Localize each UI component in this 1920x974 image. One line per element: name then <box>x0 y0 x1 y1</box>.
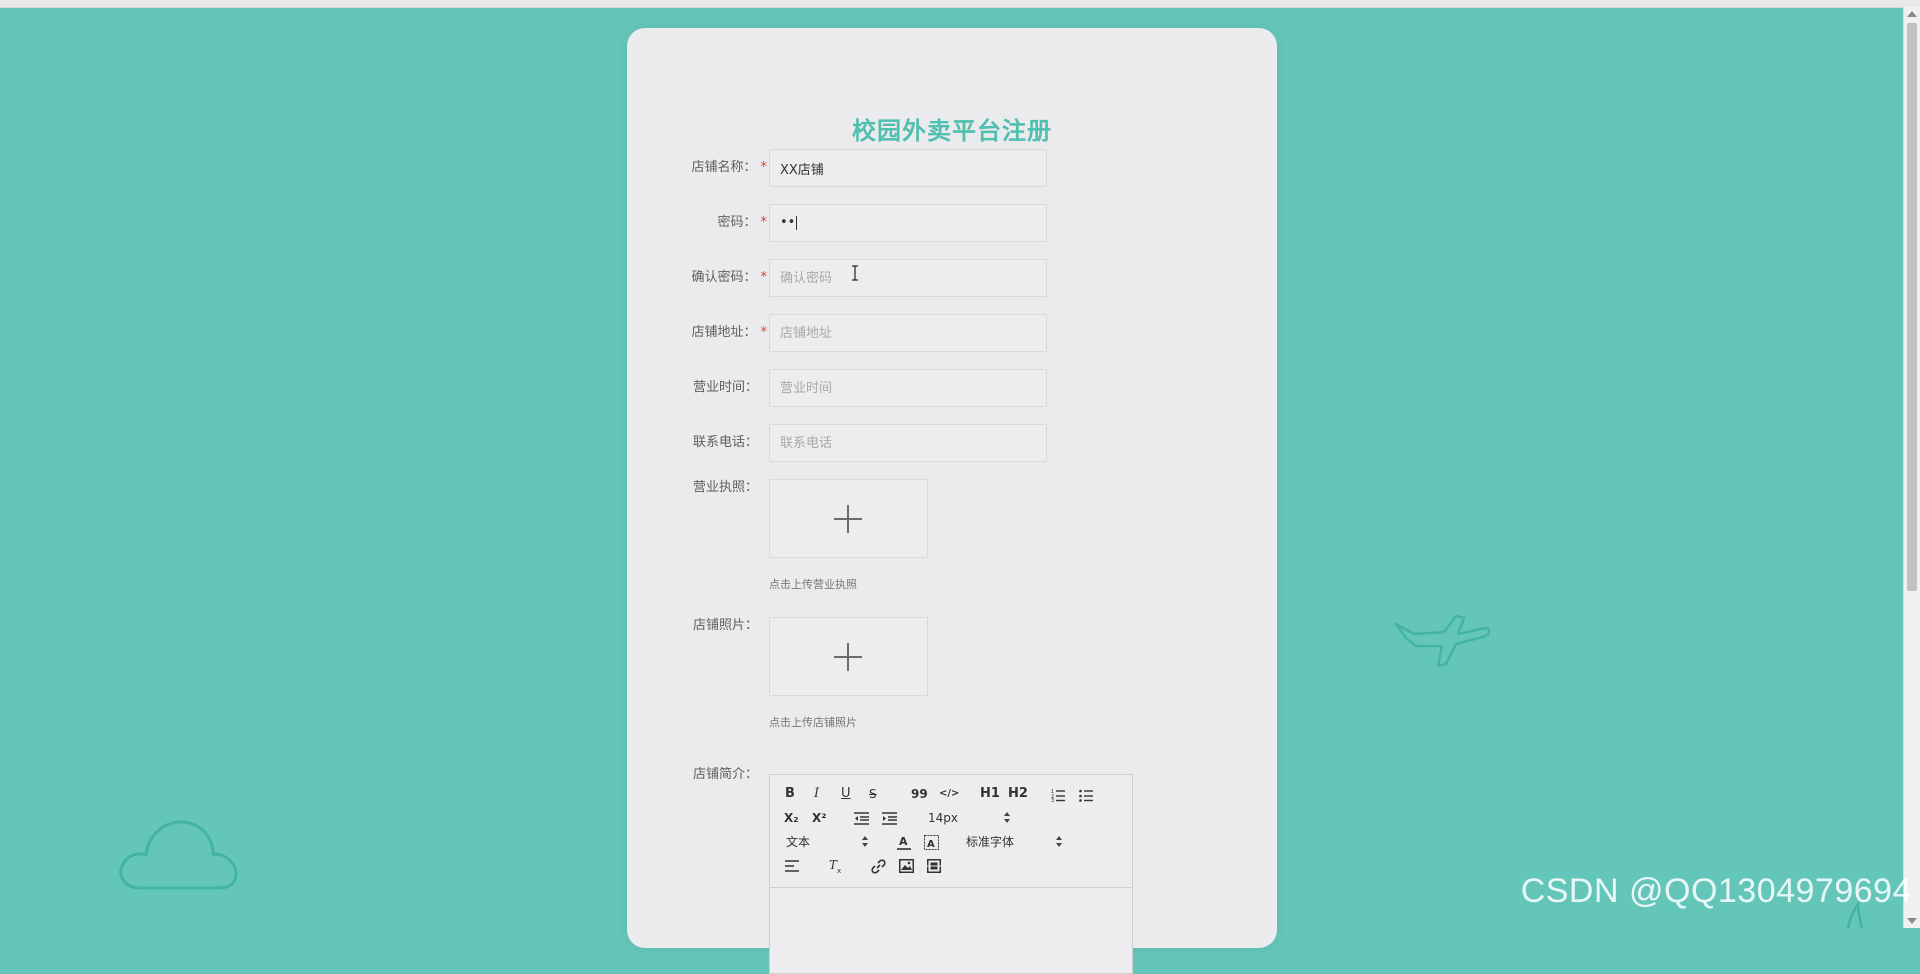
shop-intro-label: 店铺简介： <box>692 767 758 782</box>
scroll-up-icon[interactable] <box>1907 11 1917 17</box>
rich-text-editor: B I U S 99 </> H1 H2 123 X₂ X² 14px 文本 A… <box>769 774 1133 974</box>
business-license-hint: 点击上传营业执照 <box>769 578 857 591</box>
font-family-select[interactable]: 标准字体 <box>966 832 1062 852</box>
outdent-icon[interactable] <box>854 812 869 825</box>
svg-text:A: A <box>927 839 935 850</box>
confirm-password-label: 确认密码： * <box>691 270 768 285</box>
business-hours-input[interactable] <box>769 369 1047 407</box>
contact-phone-row: 联系电话： <box>627 423 1277 463</box>
required-mark: * <box>760 215 768 230</box>
shop-name-input[interactable] <box>769 149 1047 187</box>
business-license-label: 营业执照： <box>692 480 758 495</box>
svg-text:3: 3 <box>1051 798 1054 802</box>
text-cursor-icon <box>852 265 858 281</box>
business-hours-row: 营业时间： <box>627 368 1277 408</box>
select-arrows-icon <box>1004 812 1010 824</box>
svg-text:x: x <box>837 867 841 874</box>
code-button[interactable]: </> <box>939 784 959 804</box>
register-card: 校园外卖平台注册 店铺名称：* 密码：* •• 确认密码：* 店铺地址：* 营业… <box>627 28 1277 974</box>
shop-address-label: 店铺地址： * <box>691 325 768 340</box>
page-scrollbar[interactable] <box>1903 7 1920 928</box>
text-caret <box>796 215 798 230</box>
cloud-icon <box>119 820 238 890</box>
password-label: 密码： * <box>717 215 768 230</box>
image-icon[interactable] <box>899 859 914 873</box>
shop-photo-upload[interactable] <box>769 617 928 696</box>
password-row: 密码： * •• <box>627 203 1277 243</box>
subscript-button[interactable]: X₂ <box>784 808 799 828</box>
superscript-button[interactable]: X² <box>812 808 827 828</box>
clear-format-icon[interactable]: T x <box>828 858 844 874</box>
editor-toolbar: B I U S 99 </> H1 H2 123 X₂ X² 14px 文本 A… <box>770 775 1132 888</box>
shop-address-input[interactable] <box>769 314 1047 352</box>
bullet-list-icon[interactable] <box>1079 788 1093 802</box>
watermark: CSDN @QQ1304979694 <box>1520 872 1912 910</box>
shop-name-label: 店铺名称： * <box>691 160 768 175</box>
link-icon[interactable] <box>871 859 886 874</box>
shop-photo-hint: 点击上传店铺照片 <box>769 716 857 729</box>
required-mark: * <box>760 325 768 340</box>
editor-content-area[interactable] <box>770 888 1132 973</box>
browser-top-edge <box>0 0 1920 8</box>
plus-icon <box>834 505 862 533</box>
quote-button[interactable]: 99 <box>911 784 928 804</box>
shop-address-row: 店铺地址： * <box>627 313 1277 353</box>
confirm-password-input[interactable] <box>769 259 1047 297</box>
font-size-value: 14px <box>928 811 958 825</box>
indent-icon[interactable] <box>882 812 897 825</box>
page-title: 校园外卖平台注册 <box>852 117 1052 145</box>
block-type-value: 文本 <box>786 835 811 849</box>
ordered-list-icon[interactable]: 123 <box>1051 788 1065 802</box>
contact-phone-label: 联系电话： <box>692 435 758 450</box>
business-license-upload[interactable] <box>769 479 928 558</box>
h2-button[interactable]: H2 <box>1008 784 1028 804</box>
scrollbar-thumb[interactable] <box>1907 23 1917 591</box>
shop-photo-label: 店铺照片： <box>692 618 758 633</box>
business-hours-label: 营业时间： <box>692 380 758 395</box>
select-arrows-icon <box>1056 836 1062 848</box>
shop-name-row: 店铺名称： * <box>627 148 1277 188</box>
block-type-select[interactable]: 文本 <box>786 832 868 852</box>
required-mark: * <box>760 270 768 285</box>
scroll-down-icon[interactable] <box>1907 918 1917 924</box>
select-arrows-icon <box>862 836 868 848</box>
svg-text:A: A <box>899 835 908 848</box>
background-color-icon[interactable]: A <box>924 835 939 850</box>
required-mark: * <box>760 160 768 175</box>
video-icon[interactable] <box>927 859 941 873</box>
strike-button[interactable]: S <box>869 784 877 804</box>
password-value: •• <box>780 215 796 230</box>
h1-button[interactable]: H1 <box>980 784 1000 804</box>
font-color-icon[interactable]: A <box>897 835 911 850</box>
plus-icon <box>834 643 862 671</box>
airplane-icon <box>1394 614 1491 668</box>
confirm-password-row: 确认密码： * <box>627 258 1277 298</box>
contact-phone-input[interactable] <box>769 424 1047 462</box>
font-size-select[interactable]: 14px <box>928 808 1010 828</box>
bold-button[interactable]: B <box>785 784 795 804</box>
italic-button[interactable]: I <box>814 784 819 804</box>
align-left-icon[interactable] <box>785 860 799 872</box>
underline-button[interactable]: U <box>841 784 851 804</box>
password-input[interactable]: •• <box>769 204 1047 242</box>
font-family-value: 标准字体 <box>966 835 1015 849</box>
